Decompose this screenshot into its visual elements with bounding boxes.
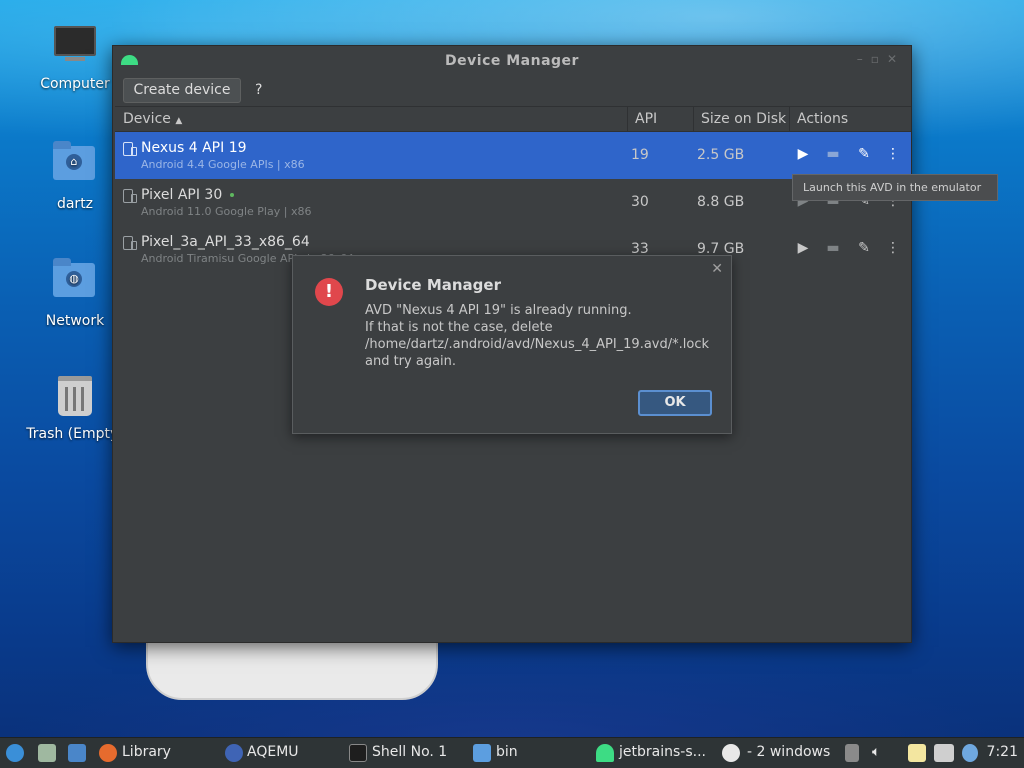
device-name: Pixel_3a_API_33_x86_64 [141, 234, 310, 250]
help-button[interactable]: ? [255, 82, 262, 98]
minimize-icon[interactable]: – [857, 52, 871, 66]
network-folder-icon: ◍ [53, 258, 97, 307]
window-titlebar[interactable]: Device Manager –▫✕ [113, 46, 911, 76]
desktop-icon-label: dartz [56, 196, 94, 212]
window-title: Device Manager [445, 53, 579, 69]
taskbar-item-bin[interactable]: bin [496, 744, 518, 760]
edit-pencil-icon[interactable]: ✎ [856, 146, 872, 162]
computer-icon [53, 26, 97, 70]
ok-button[interactable]: OK [638, 390, 712, 416]
column-header-device[interactable]: Device ▲ [123, 111, 182, 127]
file-manager-launcher-icon[interactable] [38, 744, 56, 762]
taskbar-item-group[interactable]: - 2 windows [747, 744, 830, 760]
play-icon[interactable]: ▶ [795, 240, 811, 256]
taskbar-item-aqemu[interactable]: AQEMU [247, 744, 299, 760]
network-status-icon[interactable] [934, 744, 954, 762]
column-header-api[interactable]: API [635, 111, 657, 127]
device-size: 8.8 GB [697, 194, 745, 210]
column-header-size[interactable]: Size on Disk [701, 111, 786, 127]
taskbar: Library AQEMU Shell No. 1 bin jetbrains-… [0, 737, 1024, 768]
android-icon [596, 744, 614, 762]
grouped-windows-icon [722, 744, 740, 762]
firefox-icon [99, 744, 117, 762]
more-options-icon[interactable]: ⋮ [885, 146, 901, 162]
dialog-message: AVD "Nexus 4 API 19" is already running.… [365, 303, 709, 369]
dialog-title: Device Manager [365, 276, 501, 294]
toolbar: Create device ? [113, 76, 911, 106]
desktop-icon-computer[interactable]: Computer [27, 22, 123, 92]
error-dialog: ✕ ! Device Manager AVD "Nexus 4 API 19" … [292, 255, 732, 434]
start-menu-icon[interactable] [6, 744, 24, 762]
device-name: Nexus 4 API 19 [141, 140, 247, 156]
folder-icon[interactable]: ▬ [825, 146, 841, 162]
desktop-icon-network[interactable]: ◍ Network [27, 257, 123, 329]
notification-icon[interactable] [962, 744, 978, 762]
desktop-icon-label: Network [45, 313, 105, 329]
device-phone-icon [123, 189, 137, 203]
clipboard-icon[interactable] [908, 744, 926, 762]
device-api: 19 [631, 147, 649, 163]
taskbar-item-library[interactable]: Library [122, 744, 171, 760]
desktop-icon-label: Computer [40, 76, 110, 92]
table-header: Device ▲ API Size on Disk Actions [115, 106, 911, 132]
close-icon[interactable]: ✕ [711, 261, 723, 277]
clock[interactable]: 7:21 [987, 744, 1018, 760]
edit-pencil-icon[interactable]: ✎ [856, 240, 872, 256]
aqemu-icon [225, 744, 243, 762]
device-phone-icon [123, 236, 137, 250]
table-row[interactable]: Nexus 4 API 19 Android 4.4 Google APIs |… [115, 132, 911, 179]
window-controls[interactable]: –▫✕ [857, 52, 905, 66]
close-icon[interactable]: ✕ [887, 52, 905, 66]
terminal-icon [349, 744, 367, 762]
device-size: 2.5 GB [697, 147, 745, 163]
home-folder-icon: ⌂ [53, 141, 97, 190]
taskbar-item-jetbrains[interactable]: jetbrains-s... [619, 744, 706, 760]
maximize-icon[interactable]: ▫ [871, 52, 887, 66]
workspace-icon[interactable] [845, 744, 859, 762]
device-name: Pixel API 30 [141, 187, 235, 203]
desktop-icon-home[interactable]: ⌂ dartz [27, 140, 123, 212]
show-desktop-icon[interactable] [68, 744, 86, 762]
more-options-icon[interactable]: ⋮ [885, 240, 901, 256]
folder-icon [473, 744, 491, 762]
device-details: Android 11.0 Google Play | x86 [141, 205, 312, 218]
sort-ascending-icon: ▲ [175, 116, 183, 126]
launch-tooltip: Launch this AVD in the emulator [792, 174, 998, 201]
taskbar-item-shell[interactable]: Shell No. 1 [372, 744, 447, 760]
running-indicator-icon [230, 193, 235, 197]
volume-icon[interactable]: 🔈︎ [872, 744, 880, 760]
column-header-actions: Actions [797, 111, 849, 127]
create-device-button[interactable]: Create device [123, 78, 241, 103]
folder-icon[interactable]: ▬ [825, 240, 841, 256]
device-api: 30 [631, 194, 649, 210]
trash-icon [53, 376, 97, 420]
error-icon: ! [315, 278, 343, 306]
play-icon[interactable]: ▶ [795, 146, 811, 162]
device-details: Android 4.4 Google APIs | x86 [141, 158, 305, 171]
device-phone-icon [123, 142, 137, 156]
